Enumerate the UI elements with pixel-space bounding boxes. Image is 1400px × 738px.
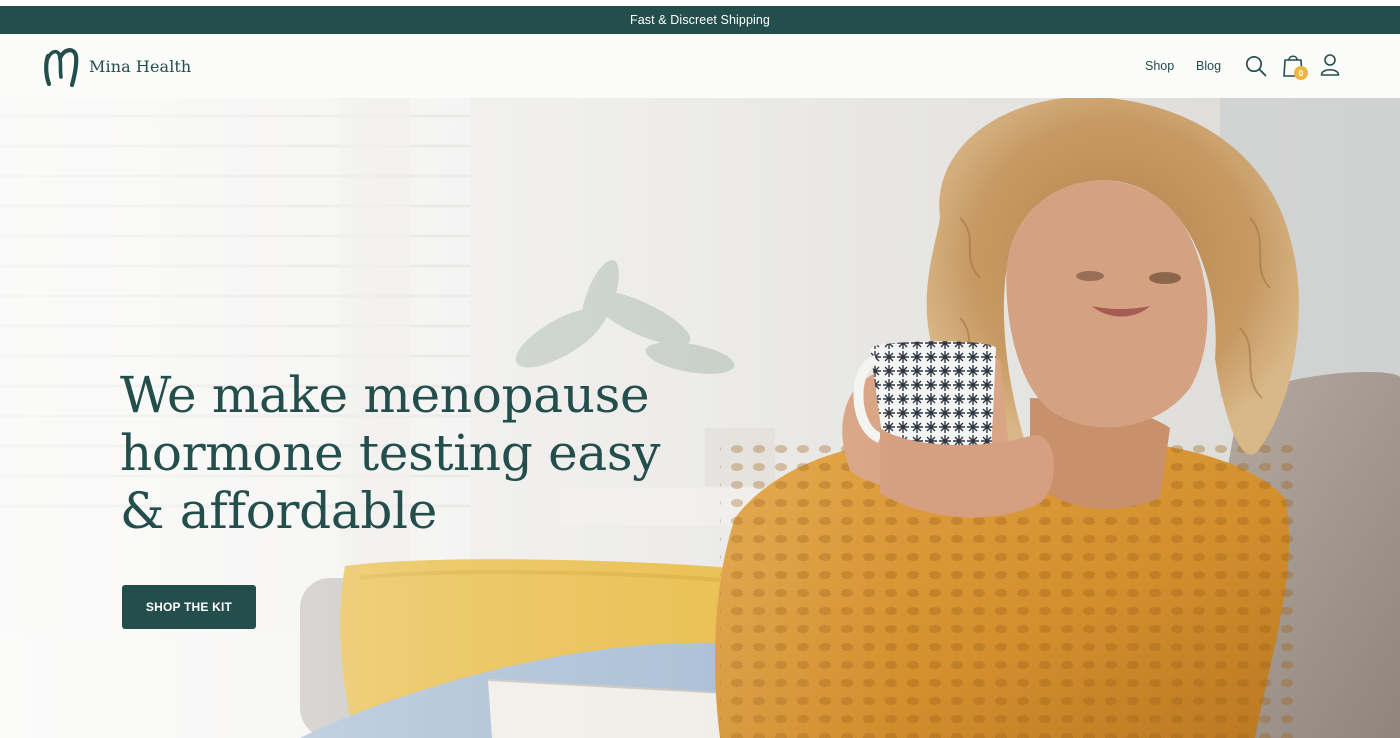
search-button[interactable] (1244, 54, 1268, 78)
cart-button[interactable]: 0 (1282, 52, 1308, 80)
site-header: Mina Health Shop Blog 0 (0, 34, 1400, 98)
nav-blog-link[interactable]: Blog (1196, 59, 1221, 73)
account-icon (1320, 54, 1340, 76)
hero-title: We make menopause hormone testing easy &… (120, 366, 661, 540)
cart-count-badge: 0 (1294, 66, 1308, 80)
nav-shop-link[interactable]: Shop (1145, 59, 1174, 73)
brand-logo[interactable]: Mina Health (42, 44, 191, 88)
shop-the-kit-button[interactable]: SHOP THE KIT (122, 585, 256, 629)
brand-name: Mina Health (89, 56, 192, 76)
hero-section: We make menopause hormone testing easy &… (0, 98, 1400, 738)
brand-logo-mark (44, 48, 79, 88)
announcement-text: Fast & Discreet Shipping (630, 13, 770, 27)
announcement-bar: Fast & Discreet Shipping (0, 6, 1400, 34)
account-button[interactable] (1319, 53, 1341, 77)
search-icon (1245, 55, 1267, 77)
